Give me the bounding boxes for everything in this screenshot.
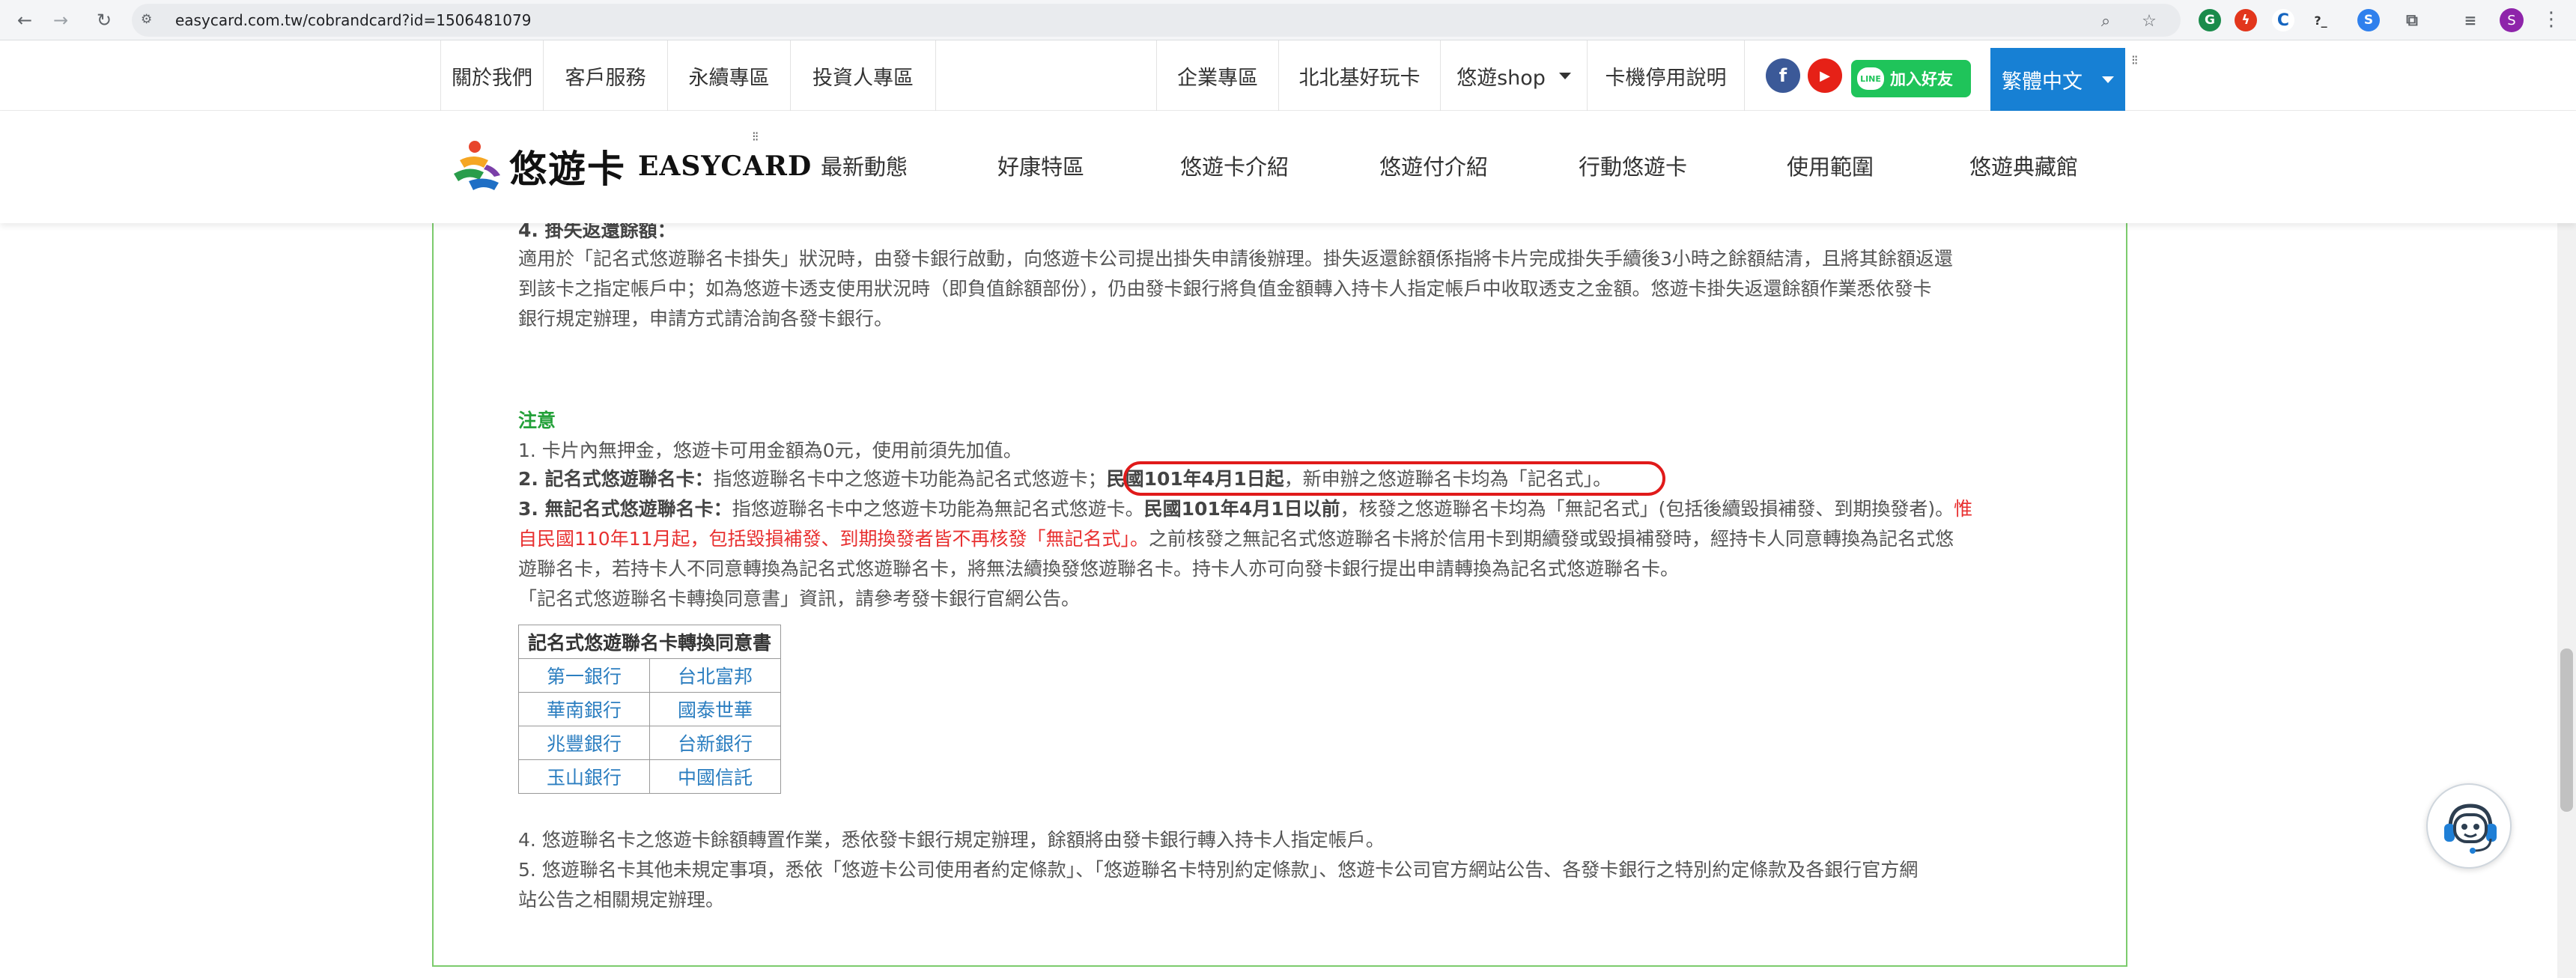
highlight-circle — [1123, 461, 1665, 496]
consent-info: 「記名式悠遊聯名卡轉換同意書」資訊，請參考發卡銀行官網公告。 — [518, 588, 1081, 610]
language-label: 繁體中文 — [2002, 70, 2083, 94]
bank-link-fubon[interactable]: 台北富邦 — [649, 658, 781, 693]
bank-link-esun[interactable]: 玉山銀行 — [518, 759, 650, 794]
youtube-icon[interactable]: ▶ — [1808, 58, 1842, 93]
table-row: 華南銀行 國泰世華 — [518, 692, 781, 726]
util-link-investors[interactable]: 投資人專區 — [791, 40, 936, 111]
forward-icon[interactable]: → — [48, 7, 73, 33]
note-3-red-start: 惟 — [1954, 498, 1973, 520]
section4-line3: 銀行規定辦理，申請方式請洽詢各發卡銀行。 — [518, 308, 893, 329]
back-icon[interactable]: ← — [12, 7, 37, 33]
table-row: 兆豐銀行 台新銀行 — [518, 726, 781, 760]
section4-line1: 適用於「記名式悠遊聯名卡掛失」狀況時，由發卡銀行啟動，向悠遊卡公司提出掛失申請後… — [518, 248, 1953, 270]
util-link-reader-notice[interactable]: 卡機停用說明 — [1588, 40, 1745, 111]
table-row: 第一銀行 台北富邦 — [518, 658, 781, 693]
extension-s-icon[interactable]: S — [2357, 9, 2380, 31]
logo-text-en: EASYCARD — [638, 151, 812, 182]
note-3-text: 指悠遊聯名卡中之悠遊卡功能為無記名式悠遊卡。 — [732, 498, 1144, 520]
extension-text-icon[interactable]: ?_ — [2309, 9, 2332, 31]
menu-usage-scope[interactable]: 使用範圍 — [1787, 150, 1874, 181]
menu-collection[interactable]: 悠遊典藏館 — [1969, 150, 2078, 181]
table-row: 玉山銀行 中國信託 — [518, 759, 781, 794]
bank-link-cathay[interactable]: 國泰世華 — [649, 692, 781, 726]
site-info-icon[interactable]: ⚙ — [141, 12, 157, 28]
extension-grammarly-icon[interactable]: G — [2199, 9, 2221, 31]
scrollbar-thumb[interactable] — [2560, 649, 2573, 812]
note-5-line1: 5. 悠遊聯名卡其他未規定事項，悉依「悠遊卡公司使用者約定條款」、「悠遊聯名卡特… — [518, 859, 1919, 881]
util-link-about[interactable]: 關於我們 — [440, 40, 544, 111]
extensions-puzzle-icon[interactable]: ⧉ — [2401, 9, 2423, 31]
line-add-friend-button[interactable]: LINE 加入好友 — [1851, 60, 1971, 97]
utility-nav: 關於我們 客戶服務 永續專區 投資人專區 企業專區 北北基好玩卡 悠遊shop … — [0, 40, 2576, 111]
util-link-sustainability[interactable]: 永續專區 — [668, 40, 791, 111]
bank-link-taishin[interactable]: 台新銀行 — [649, 726, 781, 760]
line-icon: LINE — [1857, 67, 1884, 90]
util-link-shop[interactable]: 悠遊shop — [1441, 40, 1588, 111]
browser-menu-icon[interactable]: ⋮ — [2542, 9, 2561, 31]
note-3-red-text: 自民國110年11月起，包括毀損補發、到期換發者皆不再核發「無記名式」。 — [518, 528, 1149, 550]
util-link-enterprise[interactable]: 企業專區 — [1156, 40, 1279, 111]
drag-handle-icon: ⁝⁝ — [2131, 52, 2139, 68]
section4-line2: 到該卡之指定帳戶中；如為悠遊卡透支使用狀況時（即負值餘額部份），仍由發卡銀行將負… — [518, 278, 1932, 300]
media-control-icon[interactable]: ≡ — [2459, 9, 2482, 31]
main-nav: 悠遊卡 EASYCARD ⁝⁝ 最新動態 好康特區 悠遊卡介紹 悠遊付介紹 行動… — [0, 111, 2576, 223]
note-3-text2: ，核發之悠遊聯名卡均為「無記名式」(包括後續毀損補發、到期換發者)。 — [1340, 498, 1954, 520]
note-3-line2-rest: 之前核發之無記名式悠遊聯名卡將於信用卡到期續發或毀損補發時，經持卡人同意轉換為記… — [1149, 528, 1954, 550]
note-3-line3: 遊聯名卡，若持卡人不同意轉換為記名式悠遊聯名卡，將無法續換發悠遊聯名卡。持卡人亦… — [518, 558, 1680, 580]
chatbot-icon — [2444, 804, 2497, 854]
line-button-label: 加入好友 — [1890, 70, 1953, 88]
easycard-logo-icon — [454, 141, 500, 190]
table-header: 記名式悠遊聯名卡轉換同意書 — [518, 625, 781, 659]
reload-icon[interactable]: ↻ — [91, 7, 117, 33]
note-4: 4. 悠遊聯名卡之悠遊卡餘額轉置作業，悉依發卡銀行規定辦理，餘額將由發卡銀行轉入… — [518, 829, 1385, 851]
page-scrollbar[interactable] — [2557, 111, 2576, 978]
note-3-date: 民國101年4月1日以前 — [1143, 498, 1340, 520]
util-link-fun-card[interactable]: 北北基好玩卡 — [1279, 40, 1441, 111]
chevron-down-icon — [2102, 76, 2114, 83]
consent-banks-table: 記名式悠遊聯名卡轉換同意書 第一銀行 台北富邦 華南銀行 國泰世華 兆豐銀行 台… — [518, 625, 781, 794]
note-1: 1. 卡片內無押金，悠遊卡可用金額為0元，使用前須先加值。 — [518, 440, 1022, 461]
note-2-label: 2. 記名式悠遊聯名卡： — [518, 468, 714, 490]
bank-link-huanan[interactable]: 華南銀行 — [518, 692, 650, 726]
browser-toolbar: ← → ↻ ⚙ easycard.com.tw/cobrandcard?id=1… — [0, 0, 2576, 40]
note-5-line2: 站公告之相關規定辦理。 — [518, 889, 725, 911]
notice-heading: 注意 — [518, 410, 556, 431]
chevron-down-icon — [1558, 72, 1571, 79]
profile-avatar[interactable]: S — [2500, 8, 2524, 32]
drag-handle-icon: ⁝⁝ — [752, 129, 759, 145]
extension-c-icon[interactable]: C — [2272, 9, 2294, 31]
zoom-icon[interactable]: ⌕ — [2095, 10, 2116, 31]
note-3-label: 3. 無記名式悠遊聯名卡： — [518, 498, 732, 520]
note-2-text: 指悠遊聯名卡中之悠遊卡功能為記名式悠遊卡； — [713, 468, 1107, 490]
util-link-shop-label: 悠遊shop — [1456, 66, 1546, 90]
util-link-service[interactable]: 客戶服務 — [544, 40, 668, 111]
bank-link-megabank[interactable]: 兆豐銀行 — [518, 726, 650, 760]
menu-easycard-intro[interactable]: 悠遊卡介紹 — [1180, 150, 1289, 181]
menu-deals[interactable]: 好康特區 — [997, 150, 1084, 181]
extension-red-icon[interactable]: ϟ — [2235, 9, 2257, 31]
note-3-line2: 自民國110年11月起，包括毀損補發、到期換發者皆不再核發「無記名式」。之前核發… — [518, 524, 1954, 554]
logo-text-zh: 悠遊卡 — [509, 148, 626, 191]
bank-link-first[interactable]: 第一銀行 — [518, 658, 650, 693]
bookmark-star-icon[interactable]: ☆ — [2139, 10, 2160, 31]
note-3: 3. 無記名式悠遊聯名卡：指悠遊聯名卡中之悠遊卡功能為無記名式悠遊卡。民國101… — [518, 494, 1972, 524]
address-bar[interactable]: ⚙ easycard.com.tw/cobrandcard?id=1506481… — [132, 4, 2181, 37]
bank-link-ctbc[interactable]: 中國信託 — [649, 759, 781, 794]
easycard-logo[interactable]: 悠遊卡 EASYCARD — [446, 138, 812, 195]
menu-mobile-easycard[interactable]: 行動悠遊卡 — [1579, 150, 1687, 181]
facebook-icon[interactable]: f — [1766, 58, 1800, 93]
url-text[interactable]: easycard.com.tw/cobrandcard?id=150648107… — [175, 11, 531, 29]
language-select[interactable]: 繁體中文 — [1990, 48, 2125, 111]
menu-news[interactable]: 最新動態 — [821, 150, 908, 181]
menu-easywallet-intro[interactable]: 悠遊付介紹 — [1379, 150, 1488, 181]
chatbot-button[interactable] — [2426, 783, 2512, 869]
